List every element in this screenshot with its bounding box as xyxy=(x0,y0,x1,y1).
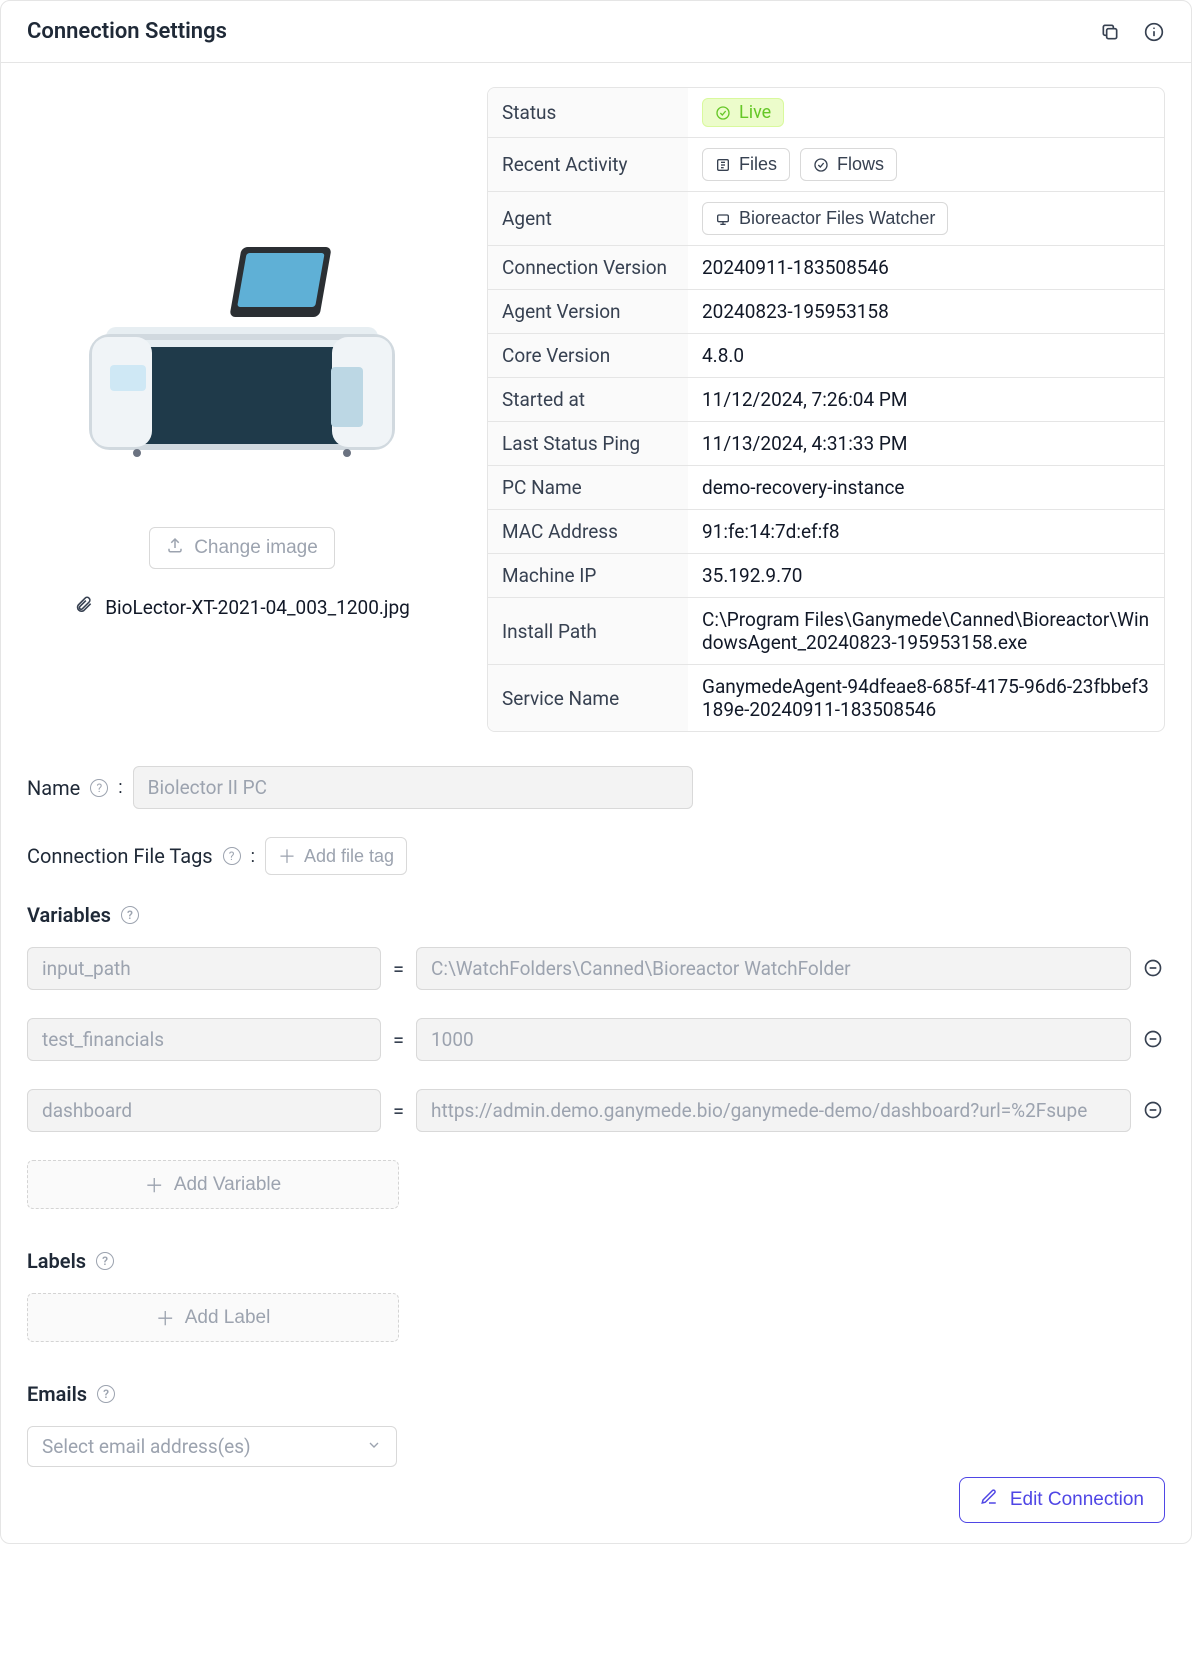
detail-value: demo-recovery-instance xyxy=(688,466,1164,509)
detail-value: 20240823-195953158 xyxy=(688,290,1164,333)
detail-value: Live xyxy=(688,88,1164,137)
remove-variable-button[interactable] xyxy=(1143,958,1165,980)
details-table: Status Live Recent Activity Files Flows Agent… xyxy=(487,87,1165,732)
edit-icon xyxy=(980,1488,998,1512)
help-icon[interactable]: ? xyxy=(121,906,139,924)
detail-label: MAC Address xyxy=(488,510,688,553)
file-tags-label: Connection File Tags xyxy=(27,844,213,868)
add-label-label: Add Label xyxy=(185,1307,271,1329)
detail-label: Agent Version xyxy=(488,290,688,333)
help-icon[interactable]: ? xyxy=(97,1385,115,1403)
edit-connection-button[interactable]: Edit Connection xyxy=(959,1477,1165,1523)
variable-value-input[interactable] xyxy=(416,947,1131,990)
equals-sign: = xyxy=(393,957,404,981)
detail-value: Files Flows xyxy=(688,138,1164,191)
emails-select[interactable]: Select email address(es) xyxy=(27,1426,397,1467)
emails-placeholder: Select email address(es) xyxy=(42,1435,251,1458)
detail-value: C:\Program Files\Ganymede\Canned\Bioreac… xyxy=(688,598,1164,664)
variable-value-input[interactable] xyxy=(416,1018,1131,1061)
device-image xyxy=(82,177,402,517)
plus-icon: ＋ xyxy=(278,843,296,869)
agent-button[interactable]: Bioreactor Files Watcher xyxy=(702,202,948,235)
name-input[interactable] xyxy=(133,766,693,809)
copy-icon[interactable] xyxy=(1099,21,1121,43)
variable-name-input[interactable] xyxy=(27,947,381,990)
chevron-down-icon xyxy=(366,1435,382,1458)
detail-value: 4.8.0 xyxy=(688,334,1164,377)
change-image-label: Change image xyxy=(194,537,318,559)
add-file-tag-button[interactable]: ＋ Add file tag xyxy=(265,837,407,875)
detail-value: 91:fe:14:7d:ef:f8 xyxy=(688,510,1164,553)
edit-connection-label: Edit Connection xyxy=(1010,1489,1144,1511)
detail-label: Status xyxy=(488,88,688,137)
detail-value: 11/12/2024, 7:26:04 PM xyxy=(688,378,1164,421)
plus-icon: ＋ xyxy=(156,1304,175,1331)
help-icon[interactable]: ? xyxy=(96,1252,114,1270)
remove-variable-button[interactable] xyxy=(1143,1029,1165,1051)
detail-label: Last Status Ping xyxy=(488,422,688,465)
help-icon[interactable]: ? xyxy=(90,779,108,797)
plus-icon: ＋ xyxy=(145,1171,164,1198)
equals-sign: = xyxy=(393,1028,404,1052)
detail-value: 11/13/2024, 4:31:33 PM xyxy=(688,422,1164,465)
detail-label: Recent Activity xyxy=(488,138,688,191)
files-button[interactable]: Files xyxy=(702,148,790,181)
name-label: Name xyxy=(27,776,80,800)
detail-label: Machine IP xyxy=(488,554,688,597)
variable-value-input[interactable] xyxy=(416,1089,1131,1132)
change-image-button[interactable]: Change image xyxy=(149,527,335,569)
help-icon[interactable]: ? xyxy=(223,847,241,865)
labels-heading: Labels xyxy=(27,1249,86,1273)
flows-button[interactable]: Flows xyxy=(800,148,897,181)
paperclip-icon xyxy=(74,595,93,619)
detail-label: Agent xyxy=(488,192,688,245)
detail-label: PC Name xyxy=(488,466,688,509)
add-variable-button[interactable]: ＋ Add Variable xyxy=(27,1160,399,1209)
add-label-button[interactable]: ＋ Add Label xyxy=(27,1293,399,1342)
variable-name-input[interactable] xyxy=(27,1089,381,1132)
detail-value: GanymedeAgent-94dfeae8-685f-4175-96d6-23… xyxy=(688,665,1164,731)
page-title: Connection Settings xyxy=(27,19,227,44)
equals-sign: = xyxy=(393,1099,404,1123)
variable-name-input[interactable] xyxy=(27,1018,381,1061)
image-filename: BioLector-XT-2021-04_003_1200.jpg xyxy=(105,596,410,619)
emails-heading: Emails xyxy=(27,1382,87,1406)
detail-label: Service Name xyxy=(488,665,688,731)
detail-label: Core Version xyxy=(488,334,688,377)
add-variable-label: Add Variable xyxy=(174,1174,281,1196)
status-tag: Live xyxy=(702,98,784,127)
detail-value: 20240911-183508546 xyxy=(688,246,1164,289)
remove-variable-button[interactable] xyxy=(1143,1100,1165,1122)
detail-label: Install Path xyxy=(488,598,688,664)
detail-value: 35.192.9.70 xyxy=(688,554,1164,597)
detail-label: Connection Version xyxy=(488,246,688,289)
detail-label: Started at xyxy=(488,378,688,421)
add-file-tag-label: Add file tag xyxy=(304,846,394,867)
variables-heading: Variables xyxy=(27,903,111,927)
detail-value: Bioreactor Files Watcher xyxy=(688,192,1164,245)
upload-icon xyxy=(166,536,184,560)
info-icon[interactable] xyxy=(1143,21,1165,43)
